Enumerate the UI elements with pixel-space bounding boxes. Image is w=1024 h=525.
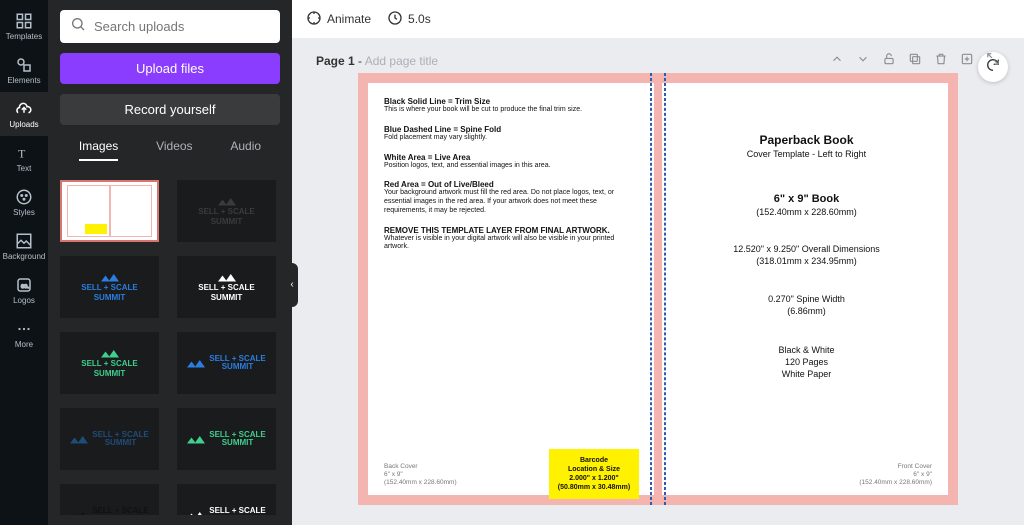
logos-icon: co.: [15, 276, 33, 294]
page-header: Page 1 - Add page title: [316, 52, 1000, 69]
more-icon: [15, 320, 33, 338]
media-tabs: Images Videos Audio: [60, 135, 280, 170]
tab-images[interactable]: Images: [79, 139, 118, 161]
animate-icon: [306, 10, 322, 29]
clock-icon: [387, 10, 403, 29]
move-up-button[interactable]: [830, 52, 844, 69]
upload-thumb[interactable]: SELL + SCALESUMMIT: [177, 408, 276, 470]
tab-audio[interactable]: Audio: [230, 139, 261, 161]
templates-icon: [15, 12, 33, 30]
search-input[interactable]: [94, 19, 270, 34]
rail-label: More: [15, 340, 33, 349]
upload-thumb[interactable]: SELL + SCALESUMMIT: [60, 408, 159, 470]
elements-icon: [15, 56, 33, 74]
styles-icon: [15, 188, 33, 206]
back-cover-footer: Back Cover 6" x 9" (152.40mm x 228.60mm): [384, 463, 457, 487]
background-icon: [15, 232, 33, 250]
rail-item-elements[interactable]: Elements: [0, 48, 48, 92]
rail-label: Uploads: [9, 120, 38, 129]
rail-label: Text: [17, 164, 32, 173]
rail-item-uploads[interactable]: Uploads: [0, 92, 48, 136]
rail-label: Templates: [6, 32, 42, 41]
main-area: ‹ Animate 5.0s Page 1 - Add page title: [292, 0, 1024, 525]
record-yourself-button[interactable]: Record yourself: [60, 94, 280, 125]
tool-rail: Templates Elements Uploads T Text Styles…: [0, 0, 48, 525]
upload-thumb[interactable]: SELL + SCALESUMMIT: [60, 256, 159, 318]
svg-text:T: T: [18, 146, 26, 160]
topbar: Animate 5.0s: [292, 0, 1024, 38]
lock-button[interactable]: [882, 52, 896, 69]
duration-button[interactable]: 5.0s: [387, 10, 431, 29]
rail-label: Styles: [13, 208, 35, 217]
upload-thumb[interactable]: SELL + SCALESUMMIT: [177, 484, 276, 515]
page-number: Page 1: [316, 54, 355, 68]
upload-files-button[interactable]: Upload files: [60, 53, 280, 84]
barcode-box: Barcode Location & Size 2.000" x 1.200" …: [549, 449, 639, 499]
uploads-icon: [15, 100, 33, 118]
upload-thumb[interactable]: SELL + SCALESUMMIT: [177, 180, 276, 242]
rail-item-templates[interactable]: Templates: [0, 4, 48, 48]
duplicate-button[interactable]: [908, 52, 922, 69]
rail-item-logos[interactable]: co. Logos: [0, 268, 48, 312]
move-down-button[interactable]: [856, 52, 870, 69]
upload-thumb[interactable]: SELL + SCALESUMMIT: [60, 332, 159, 394]
svg-text:co.: co.: [21, 284, 29, 290]
duration-label: 5.0s: [408, 12, 431, 26]
rail-label: Elements: [7, 76, 40, 85]
spine-area: [651, 83, 665, 495]
rail-item-styles[interactable]: Styles: [0, 180, 48, 224]
animate-button[interactable]: Animate: [306, 10, 371, 29]
design-canvas[interactable]: Black Solid Line = Trim SizeThis is wher…: [358, 73, 958, 505]
front-cover-area: Paperback Book Cover Template - Left to …: [665, 83, 948, 495]
delete-button[interactable]: [934, 52, 948, 69]
rail-item-text[interactable]: T Text: [0, 136, 48, 180]
upload-thumb[interactable]: SELL + SCALESUMMIT: [177, 256, 276, 318]
page-title-input[interactable]: Add page title: [365, 54, 438, 68]
upload-thumb[interactable]: SELL + SCALESUMMIT: [60, 484, 159, 515]
canvas-wrap: Page 1 - Add page title Black Solid Li: [292, 38, 1024, 525]
text-icon: T: [15, 144, 33, 162]
search-icon: [70, 16, 86, 37]
add-page-button[interactable]: [960, 52, 974, 69]
front-cover-footer: Front Cover 6" x 9" (152.40mm x 228.60mm…: [859, 463, 932, 487]
upload-thumb[interactable]: [60, 180, 159, 242]
upload-thumb[interactable]: SELL + SCALESUMMIT: [177, 332, 276, 394]
expand-button[interactable]: [986, 52, 1000, 69]
rail-label: Background: [3, 252, 46, 261]
uploads-grid: SELL + SCALESUMMIT SELL + SCALESUMMIT SE…: [60, 180, 280, 515]
back-cover-area: Black Solid Line = Trim SizeThis is wher…: [368, 83, 651, 495]
page-controls: [830, 52, 1000, 69]
rail-item-more[interactable]: More: [0, 312, 48, 356]
rail-label: Logos: [13, 296, 35, 305]
rail-item-background[interactable]: Background: [0, 224, 48, 268]
animate-label: Animate: [327, 12, 371, 26]
search-box[interactable]: [60, 10, 280, 43]
tab-videos[interactable]: Videos: [156, 139, 192, 161]
side-panel: Upload files Record yourself Images Vide…: [48, 0, 292, 525]
